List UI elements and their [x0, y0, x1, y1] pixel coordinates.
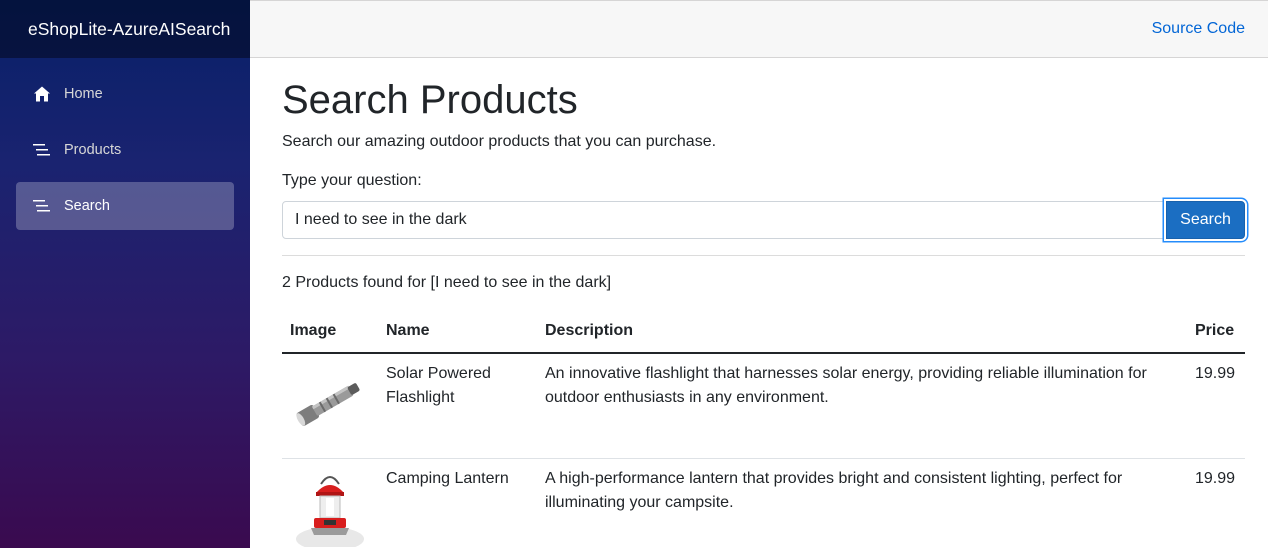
sidebar-item-home[interactable]: Home	[16, 70, 234, 118]
search-button[interactable]: Search	[1166, 201, 1245, 239]
product-name: Camping Lantern	[378, 458, 537, 548]
product-price: 19.99	[1187, 458, 1245, 548]
table-row: Solar Powered Flashlight An innovative f…	[282, 353, 1245, 459]
column-header-name: Name	[378, 310, 537, 354]
sidebar-item-label: Search	[64, 198, 110, 214]
page-subtitle: Search our amazing outdoor products that…	[282, 133, 717, 150]
sidebar-item-label: Home	[64, 86, 103, 102]
app: eShopLite-AzureAISearch Home Products Se…	[0, 0, 1268, 548]
table-header-row: Image Name Description Price	[282, 310, 1245, 354]
result-count: 2 Products found for [I need to see in t…	[282, 274, 612, 291]
brand-title[interactable]: eShopLite-AzureAISearch	[0, 0, 250, 58]
home-icon	[32, 84, 52, 104]
divider	[282, 255, 1245, 256]
sidebar-item-search[interactable]: Search	[16, 182, 234, 230]
product-description: A high-performance lantern that provides…	[537, 458, 1187, 548]
sidebar-item-products[interactable]: Products	[16, 126, 234, 174]
source-code-link[interactable]: Source Code	[1152, 20, 1245, 38]
sidebar-item-label: Products	[64, 142, 122, 158]
column-header-price: Price	[1187, 310, 1245, 354]
nav-menu: Home Products Search	[0, 58, 250, 230]
flashlight-image	[296, 383, 360, 426]
list-icon	[32, 196, 52, 216]
product-name: Solar Powered Flashlight	[378, 353, 537, 459]
lantern-image	[296, 476, 364, 548]
search-input[interactable]	[282, 201, 1166, 239]
main-content: Search Products Search our amazing outdo…	[282, 58, 1245, 548]
column-header-description: Description	[537, 310, 1187, 354]
sidebar: eShopLite-AzureAISearch Home Products Se…	[0, 0, 250, 548]
top-bar: Source Code	[250, 0, 1268, 58]
column-header-image: Image	[282, 310, 378, 354]
search-bar: Search	[282, 201, 1245, 239]
list-icon	[32, 140, 52, 160]
products-table: Image Name Description Price Solar Power…	[282, 310, 1245, 548]
page-title: Search Products	[282, 78, 578, 122]
question-label: Type your question:	[282, 172, 422, 189]
product-description: An innovative flashlight that harnesses …	[537, 353, 1187, 459]
product-price: 19.99	[1187, 353, 1245, 459]
table-row: Camping Lantern A high-performance lante…	[282, 458, 1245, 548]
